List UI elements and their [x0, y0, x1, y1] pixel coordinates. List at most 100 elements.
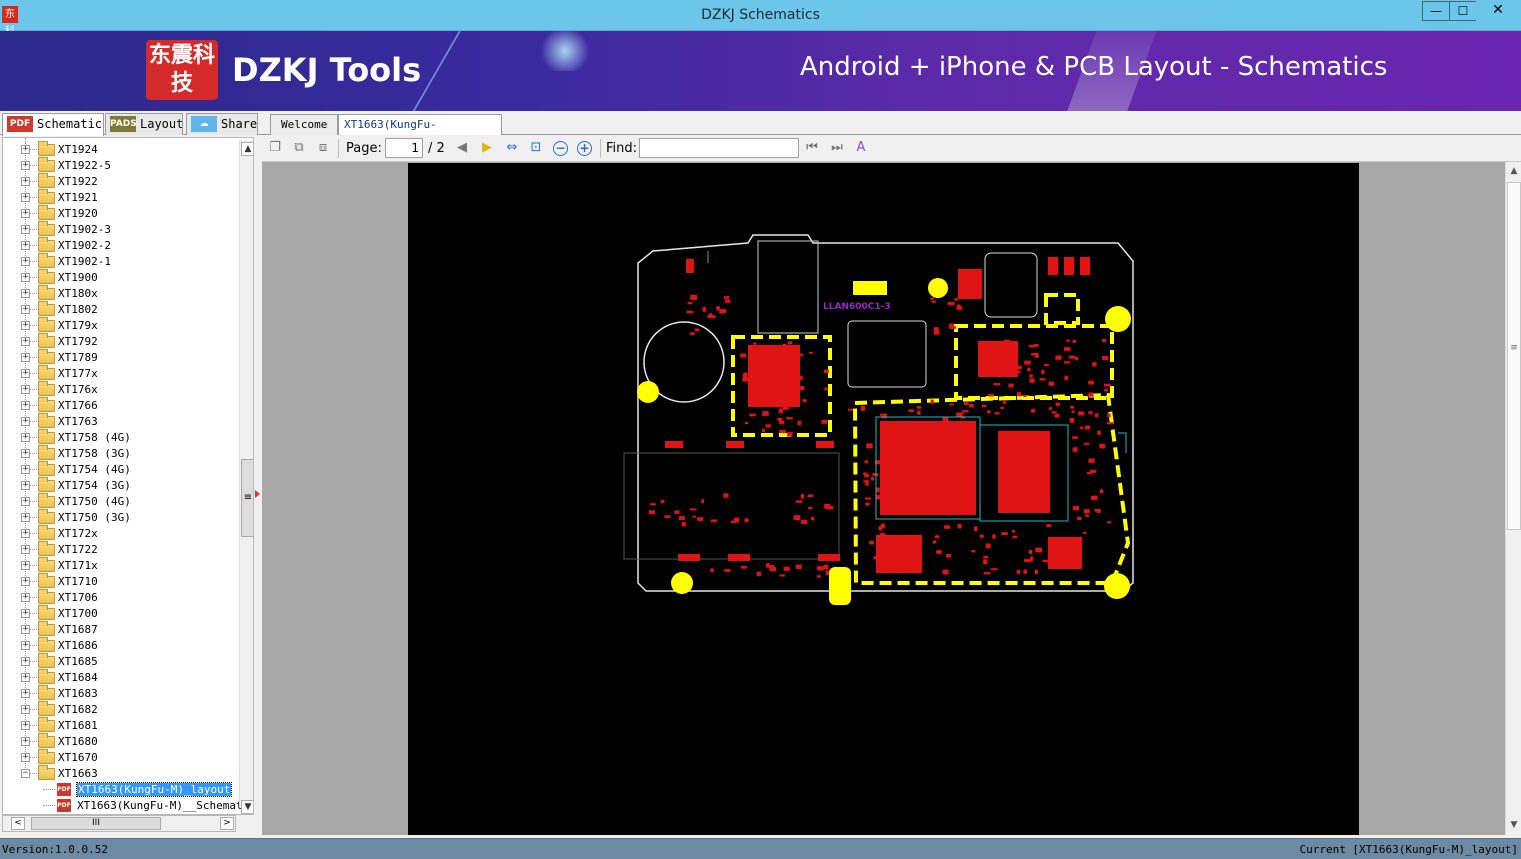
tree-folder-item[interactable]: + XT1700: [3, 605, 237, 622]
tree-folder-item[interactable]: + XT1682: [3, 701, 237, 718]
tree-file-item[interactable]: PDF XT1663(KungFu-M)_layout: [3, 782, 237, 798]
tree-folder-item[interactable]: + XT1758 (4G): [3, 429, 237, 446]
expand-toggle-icon[interactable]: +: [21, 241, 30, 250]
close-button[interactable]: ✕: [1476, 1, 1520, 21]
maximize-button[interactable]: ☐: [1449, 1, 1477, 21]
expand-toggle-icon[interactable]: +: [21, 417, 30, 426]
text-highlight-icon[interactable]: A: [852, 139, 870, 157]
tree-folder-item[interactable]: + XT171x: [3, 557, 237, 574]
pages-icon[interactable]: ⧈: [314, 139, 332, 157]
tree-file-item[interactable]: PDF XT1663(KungFu-M)__Schematic: [3, 798, 253, 814]
tab-layout[interactable]: PADS Layout: [105, 113, 183, 135]
find-input[interactable]: [639, 138, 799, 158]
tree-folder-item[interactable]: + XT1722: [3, 541, 237, 558]
tree-folder-item[interactable]: + XT1902-1: [3, 253, 237, 270]
tree-folder-item[interactable]: + XT1789: [3, 349, 237, 366]
tree-folder-item[interactable]: + XT1902-3: [3, 221, 237, 238]
copy-icon[interactable]: ⧉: [290, 139, 308, 157]
viewer-scroll-up-icon[interactable]: ▲: [1507, 164, 1521, 178]
expand-toggle-icon[interactable]: +: [21, 209, 30, 218]
tree-folder-item[interactable]: + XT1754 (3G): [3, 477, 237, 494]
page-number-input[interactable]: 1: [385, 138, 423, 158]
expand-toggle-icon[interactable]: +: [21, 369, 30, 378]
expand-toggle-icon[interactable]: +: [21, 449, 30, 458]
expand-toggle-icon[interactable]: +: [21, 321, 30, 330]
next-page-icon[interactable]: ▶: [478, 139, 496, 157]
expand-toggle-icon[interactable]: +: [21, 337, 30, 346]
tree-folder-item[interactable]: + XT1758 (3G): [3, 445, 237, 462]
document-viewer[interactable]: LLAN600C1-3: [262, 162, 1505, 835]
find-previous-icon[interactable]: ⏮: [803, 139, 821, 157]
zoom-out-icon[interactable]: −: [553, 141, 568, 156]
tree-folder-item[interactable]: + XT1766: [3, 397, 237, 414]
expand-toggle-icon[interactable]: +: [21, 577, 30, 586]
fit-page-icon[interactable]: ⊡: [527, 139, 545, 157]
tab-layout-document[interactable]: XT1663(KungFu-M)_layoutx: [338, 114, 502, 152]
file-tree[interactable]: + XT1924 + XT1922-5 + XT1922 + XT1921 + XT1920 + XT…: [2, 137, 254, 815]
tree-folder-item[interactable]: + XT1750 (3G): [3, 509, 237, 526]
scroll-up-icon[interactable]: ▲: [241, 142, 253, 156]
viewer-scroll-down-icon[interactable]: ▼: [1507, 818, 1521, 832]
expand-toggle-icon[interactable]: +: [21, 561, 30, 570]
tab-schematic[interactable]: PDF Schematic: [2, 113, 104, 136]
tree-folder-item[interactable]: + XT1924: [3, 141, 237, 158]
tab-share[interactable]: ☁ Share: [186, 113, 258, 135]
tree-folder-item[interactable]: + XT1683: [3, 685, 237, 702]
open-file-icon[interactable]: ❐: [266, 139, 284, 157]
scroll-right-icon[interactable]: >: [220, 817, 234, 830]
expand-toggle-icon[interactable]: −: [21, 769, 30, 778]
tree-folder-item[interactable]: + XT177x: [3, 365, 237, 382]
tree-folder-item[interactable]: + XT1687: [3, 621, 237, 638]
expand-toggle-icon[interactable]: +: [21, 193, 30, 202]
expand-toggle-icon[interactable]: +: [21, 225, 30, 234]
tree-folder-item[interactable]: + XT1680: [3, 733, 237, 750]
tree-vertical-scrollbar[interactable]: ▲ ≡ ▼: [239, 140, 253, 814]
expand-toggle-icon[interactable]: +: [21, 305, 30, 314]
tree-folder-item[interactable]: + XT1900: [3, 269, 237, 286]
expand-toggle-icon[interactable]: +: [21, 161, 30, 170]
expand-toggle-icon[interactable]: +: [21, 721, 30, 730]
find-next-icon[interactable]: ⏭: [828, 139, 846, 157]
expand-toggle-icon[interactable]: +: [21, 545, 30, 554]
expand-toggle-icon[interactable]: +: [21, 289, 30, 298]
expand-toggle-icon[interactable]: +: [21, 705, 30, 714]
tree-folder-item[interactable]: + XT179x: [3, 317, 237, 334]
tree-folder-item[interactable]: + XT1902-2: [3, 237, 237, 254]
expand-toggle-icon[interactable]: +: [21, 673, 30, 682]
tree-folder-item[interactable]: + XT1754 (4G): [3, 461, 237, 478]
tree-folder-item[interactable]: + XT1802: [3, 301, 237, 318]
tree-folder-item[interactable]: + XT1706: [3, 589, 237, 606]
tree-folder-item[interactable]: + XT1922-5: [3, 157, 237, 174]
scroll-left-icon[interactable]: <: [11, 817, 25, 830]
tree-folder-item[interactable]: + XT1921: [3, 189, 237, 206]
expand-toggle-icon[interactable]: +: [21, 609, 30, 618]
expand-toggle-icon[interactable]: +: [21, 481, 30, 490]
expand-toggle-icon[interactable]: +: [21, 177, 30, 186]
tree-folder-item[interactable]: + XT1792: [3, 333, 237, 350]
zoom-in-icon[interactable]: +: [577, 141, 592, 156]
expand-toggle-icon[interactable]: +: [21, 513, 30, 522]
expand-toggle-icon[interactable]: +: [21, 497, 30, 506]
tree-folder-item[interactable]: + XT180x: [3, 285, 237, 302]
tree-folder-item[interactable]: + XT176x: [3, 381, 237, 398]
viewer-scroll-thumb[interactable]: ≡: [1507, 182, 1521, 530]
tree-folder-item[interactable]: + XT1685: [3, 653, 237, 670]
tree-folder-item[interactable]: − XT1663: [3, 765, 237, 782]
tree-folder-item[interactable]: + XT1763: [3, 413, 237, 430]
scroll-thumb[interactable]: ≡: [241, 459, 253, 537]
tree-folder-item[interactable]: + XT1710: [3, 573, 237, 590]
tree-folder-item[interactable]: + XT1922: [3, 173, 237, 190]
tree-folder-item[interactable]: + XT1686: [3, 637, 237, 654]
splitter-arrow-icon[interactable]: [255, 490, 260, 498]
scroll-down-icon[interactable]: ▼: [241, 800, 253, 814]
expand-toggle-icon[interactable]: +: [21, 273, 30, 282]
tree-folder-item[interactable]: + XT1670: [3, 749, 237, 766]
expand-toggle-icon[interactable]: +: [21, 401, 30, 410]
expand-toggle-icon[interactable]: +: [21, 625, 30, 634]
expand-toggle-icon[interactable]: +: [21, 753, 30, 762]
minimize-button[interactable]: —: [1422, 1, 1450, 21]
panel-splitter[interactable]: [254, 137, 262, 835]
tree-folder-item[interactable]: + XT1750 (4G): [3, 493, 237, 510]
expand-toggle-icon[interactable]: +: [21, 593, 30, 602]
expand-toggle-icon[interactable]: +: [21, 465, 30, 474]
